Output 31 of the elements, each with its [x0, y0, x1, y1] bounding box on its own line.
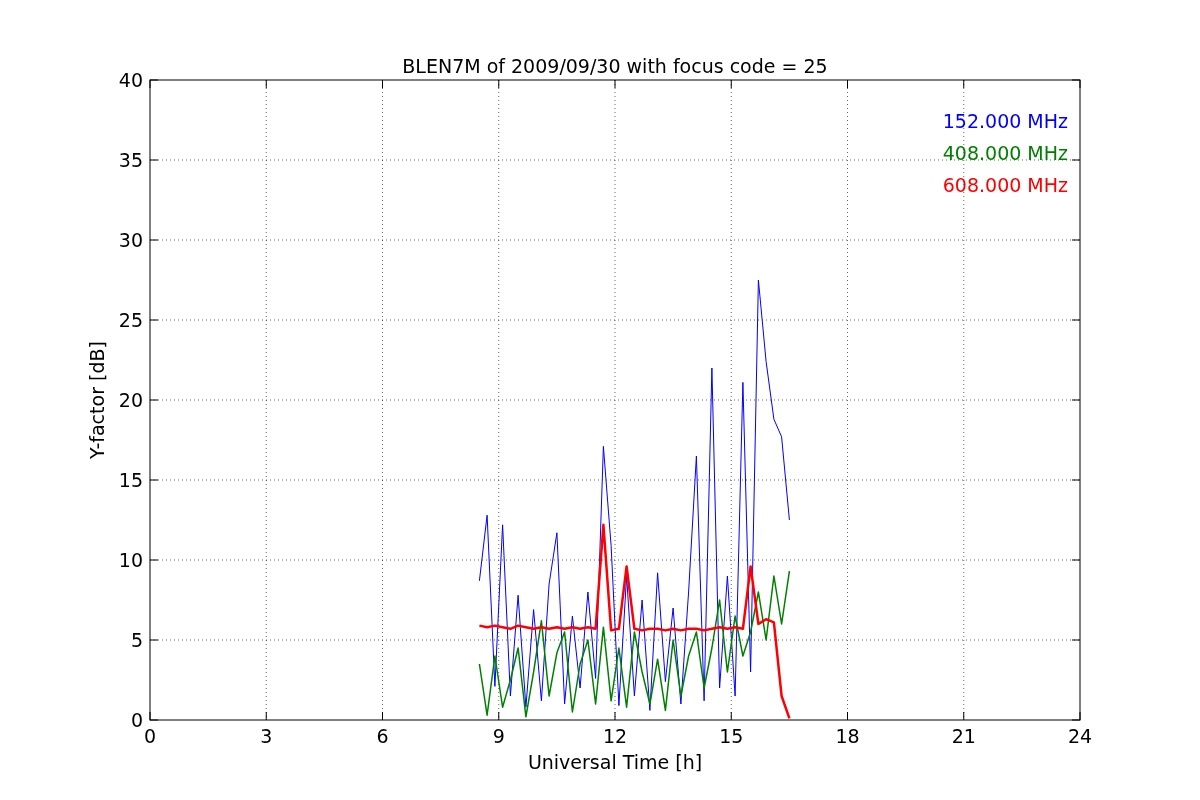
- legend-label: 608.000 MHz: [942, 174, 1068, 196]
- tick-label: 10: [118, 549, 143, 571]
- tick-label: 6: [376, 725, 389, 747]
- tick-label: 25: [118, 309, 143, 331]
- tick-label: 0: [143, 725, 157, 747]
- tick-label: 30: [118, 229, 143, 251]
- tick-mark: [847, 711, 848, 721]
- tick-label: 0: [130, 709, 143, 731]
- tick-mark: [730, 711, 732, 721]
- tick-mark: [498, 711, 500, 721]
- tick-label: 3: [260, 725, 273, 747]
- tick-label: 18: [835, 725, 860, 747]
- tick-label: 9: [492, 725, 505, 747]
- tick-label: 5: [130, 629, 143, 651]
- tick-label: 20: [118, 389, 143, 411]
- tick-mark: [265, 711, 267, 721]
- tick-mark: [382, 711, 383, 721]
- legend-label: 408.000 MHz: [942, 142, 1068, 164]
- tick-label: 15: [118, 469, 143, 491]
- legend-label: 152.000 MHz: [942, 110, 1068, 132]
- tick-mark: [614, 711, 616, 721]
- tick-label: 40: [118, 69, 143, 91]
- tick-label: 24: [1067, 725, 1093, 747]
- tick-label: 15: [719, 725, 744, 747]
- axis-label: Y-factor [dB]: [86, 341, 108, 459]
- chart-title: BLEN7M of 2009/09/30 with focus code = 25: [402, 55, 828, 77]
- tick-label: 21: [951, 725, 976, 747]
- tick-label: 35: [118, 149, 143, 171]
- tick-label: 12: [602, 725, 628, 747]
- axis-label: Universal Time [h]: [527, 751, 703, 773]
- tick-mark: [963, 711, 965, 721]
